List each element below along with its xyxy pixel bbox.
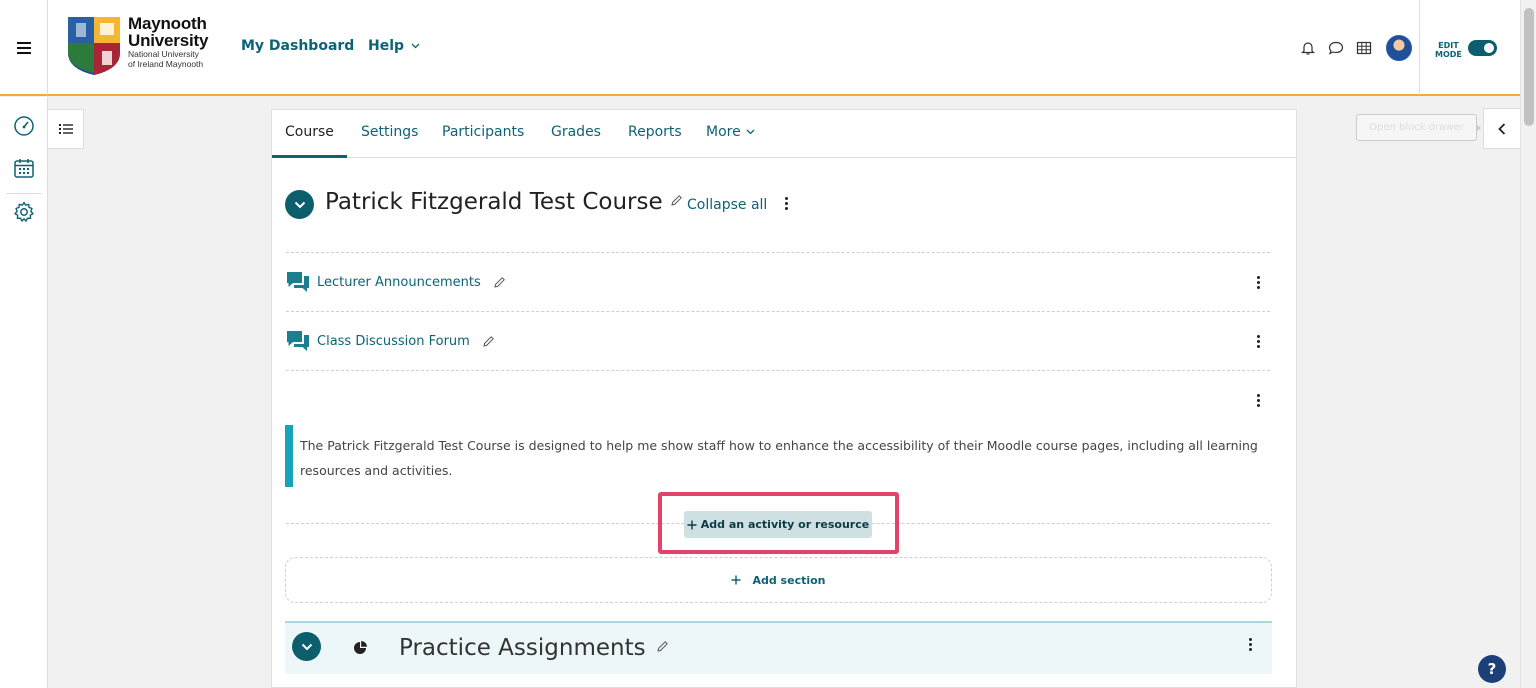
top-navbar: Maynooth University National University … xyxy=(0,0,1520,96)
help-menu-label: Help xyxy=(368,38,405,54)
pie-chart-icon xyxy=(354,641,367,654)
edit-mode-toggle[interactable] xyxy=(1468,40,1497,56)
activity-divider xyxy=(286,370,1270,371)
activity-divider xyxy=(286,311,1270,312)
section-practice-assignments: Practice Assignments xyxy=(285,621,1272,674)
activity-item: Class Discussion Forum xyxy=(285,328,495,354)
activity-link[interactable]: Class Discussion Forum xyxy=(317,334,470,349)
activity-actions-menu[interactable] xyxy=(1252,272,1264,292)
pencil-icon[interactable] xyxy=(482,335,495,348)
rail-divider xyxy=(6,193,42,194)
logo-name-line1: Maynooth xyxy=(128,14,207,33)
edit-mode-label: EDIT MODE xyxy=(1435,41,1462,59)
course-summary-text: The Patrick Fitzgerald Test Course is de… xyxy=(285,425,1275,487)
hamburger-icon xyxy=(16,41,31,54)
my-dashboard-link[interactable]: My Dashboard xyxy=(241,38,354,54)
course-index-button[interactable] xyxy=(48,109,84,149)
page-scrollbar[interactable] xyxy=(1520,0,1536,688)
add-section-label: Add section xyxy=(752,573,826,587)
collapse-section-button[interactable] xyxy=(285,190,314,219)
tab-grades[interactable]: Grades xyxy=(551,124,601,140)
block-drawer-tooltip: Open block drawer xyxy=(1356,114,1481,141)
logo-sub-line2: of Ireland Maynooth xyxy=(128,59,204,69)
tab-participants[interactable]: Participants xyxy=(442,124,524,140)
course-title: Patrick Fitzgerald Test Course xyxy=(325,189,663,215)
apps-button[interactable] xyxy=(1350,34,1378,62)
active-tab-indicator xyxy=(272,155,347,158)
notifications-button[interactable] xyxy=(1294,34,1322,62)
university-logo[interactable]: Maynooth University National University … xyxy=(66,15,208,77)
list-icon xyxy=(58,124,73,134)
add-section-button[interactable]: Add section xyxy=(285,557,1272,603)
pencil-icon xyxy=(671,195,682,206)
pencil-icon xyxy=(657,641,668,652)
tab-course[interactable]: Course xyxy=(285,124,334,140)
activity-link[interactable]: Lecturer Announcements xyxy=(317,275,481,290)
chat-bubble-icon xyxy=(1328,41,1344,55)
add-activity-label: Add an activity or resource xyxy=(700,518,870,531)
edit-title-button[interactable] xyxy=(670,192,683,211)
grid-icon xyxy=(1356,41,1372,55)
forum-icon xyxy=(287,272,309,292)
speedometer-icon xyxy=(14,116,34,136)
help-button[interactable]: ? xyxy=(1478,655,1506,683)
edit-mode-label-line2: MODE xyxy=(1435,50,1462,59)
admin-rail-button[interactable] xyxy=(12,200,36,224)
pencil-icon[interactable] xyxy=(493,276,506,289)
chevron-down-icon xyxy=(294,201,305,208)
chevron-down-icon xyxy=(301,643,312,650)
tab-more[interactable]: More xyxy=(706,124,755,140)
tab-more-label: More xyxy=(706,124,741,140)
messages-button[interactable] xyxy=(1322,34,1350,62)
calendar-icon xyxy=(14,159,34,178)
help-menu[interactable]: Help xyxy=(368,38,420,54)
tab-reports[interactable]: Reports xyxy=(628,124,682,140)
open-block-drawer-button[interactable] xyxy=(1483,108,1520,149)
section-actions-menu[interactable] xyxy=(1244,634,1256,654)
forum-icon xyxy=(287,331,309,351)
collapse-all-link[interactable]: Collapse all xyxy=(687,197,767,213)
tab-settings[interactable]: Settings xyxy=(361,124,418,140)
course-tabs: Course Settings Participants Grades Repo… xyxy=(272,110,1296,158)
crest-icon xyxy=(68,17,120,75)
activity-actions-menu[interactable] xyxy=(1252,331,1264,351)
edit-section-title-button[interactable] xyxy=(656,638,669,657)
logo-name-line2: University xyxy=(128,31,209,50)
chevron-left-icon xyxy=(1498,122,1506,135)
dashboard-rail-button[interactable] xyxy=(12,114,36,138)
gear-icon xyxy=(14,201,34,222)
left-rail xyxy=(0,97,48,688)
edit-mode-label-line1: EDIT xyxy=(1438,41,1459,50)
section-title: Practice Assignments xyxy=(399,635,646,661)
nav-icon-group xyxy=(1294,34,1412,62)
bell-icon xyxy=(1301,42,1315,55)
user-avatar[interactable] xyxy=(1386,35,1412,61)
chevron-down-icon xyxy=(411,43,420,49)
chevron-down-icon xyxy=(746,129,755,135)
add-activity-button[interactable]: Add an activity or resource xyxy=(684,511,872,538)
course-content-card: Course Settings Participants Grades Repo… xyxy=(271,109,1297,688)
collapse-section-button[interactable] xyxy=(292,632,321,661)
menu-toggle-button[interactable] xyxy=(0,0,48,95)
activity-item: Lecturer Announcements xyxy=(285,269,506,295)
course-actions-menu[interactable] xyxy=(780,193,792,213)
plus-icon xyxy=(687,520,697,529)
edit-mode-area: EDIT MODE xyxy=(1419,0,1520,95)
scrollbar-thumb[interactable] xyxy=(1524,8,1534,126)
plus-icon xyxy=(731,575,741,585)
logo-sub-line1: National University xyxy=(128,49,199,59)
summary-actions-menu[interactable] xyxy=(1252,390,1264,410)
calendar-rail-button[interactable] xyxy=(12,156,36,180)
section-divider xyxy=(286,252,1270,253)
